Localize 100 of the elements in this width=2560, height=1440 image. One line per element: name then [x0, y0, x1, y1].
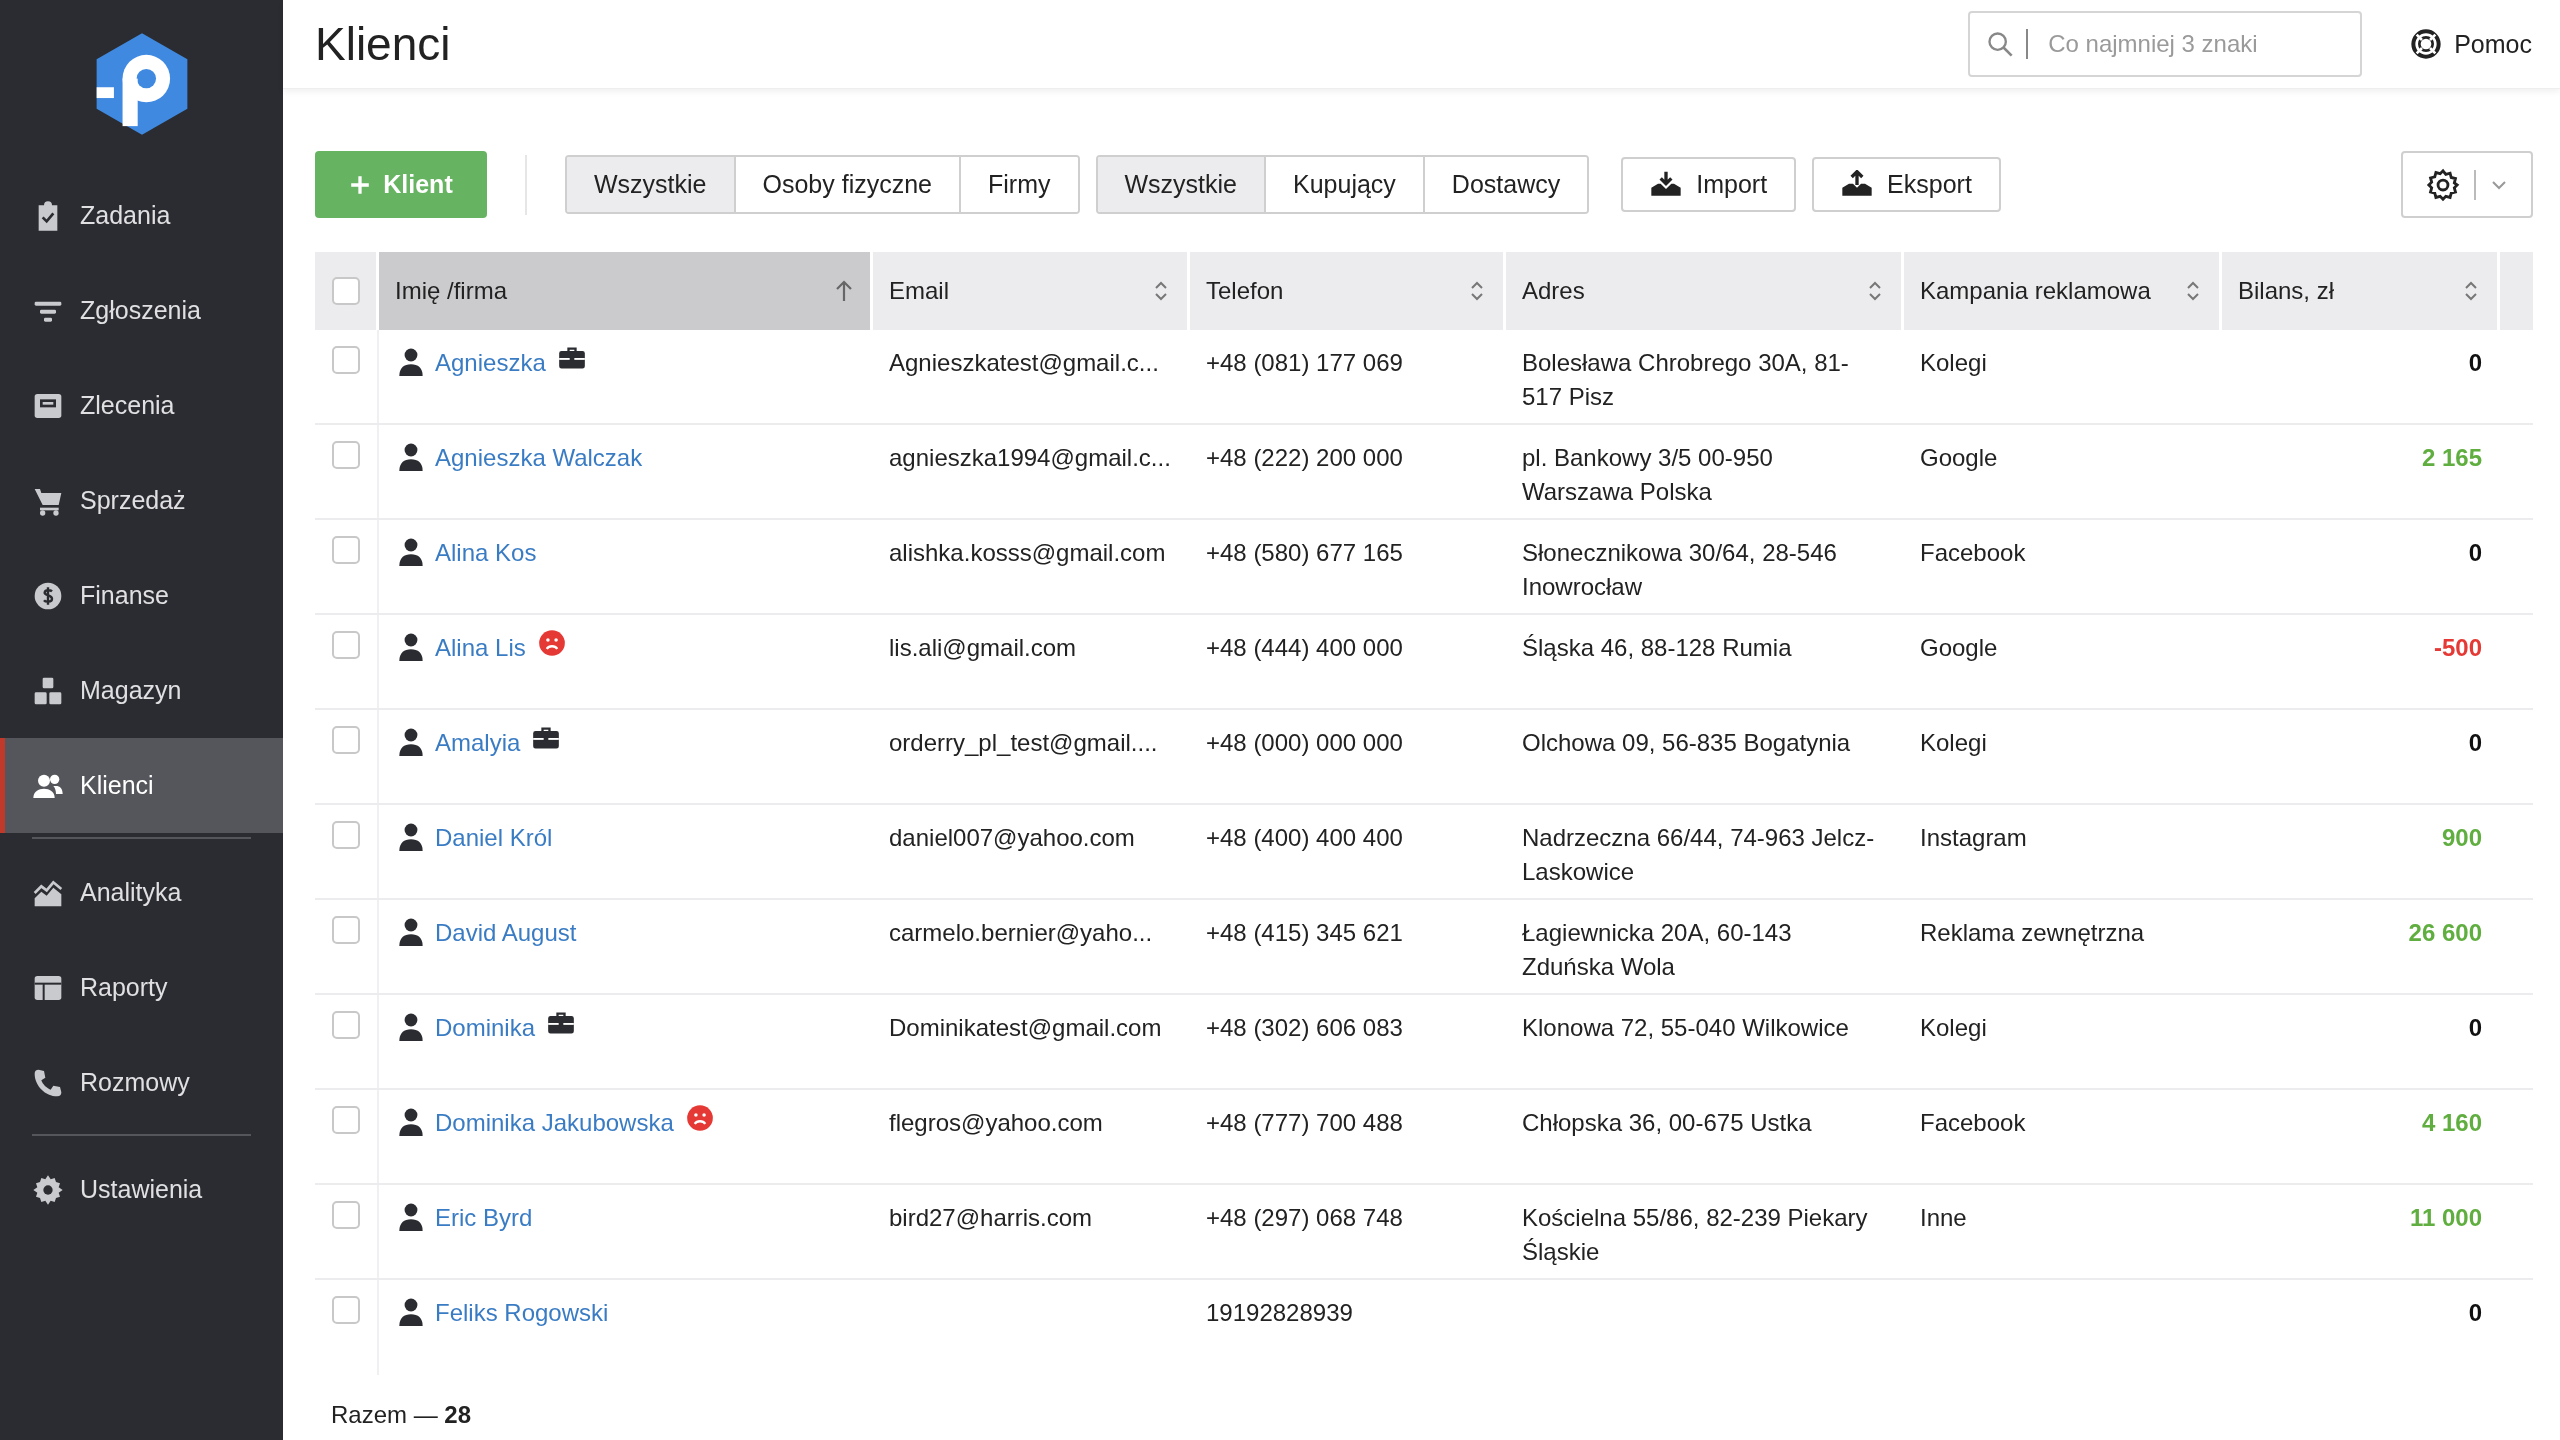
column-header[interactable]: Kampania reklamowa [1904, 252, 2222, 330]
column-header[interactable]: Imię /firma [379, 252, 873, 330]
table-cell-text: +48 (580) 677 165 [1205, 538, 1404, 568]
plus-icon [349, 173, 372, 196]
row-checkbox[interactable] [332, 536, 360, 564]
client-name-link[interactable]: Alina Lis [435, 631, 526, 665]
table-cell-text: +48 (297) 068 748 [1205, 1203, 1404, 1233]
sidebar-item[interactable]: Analityka [0, 845, 283, 940]
person-icon [399, 348, 423, 376]
settings-button[interactable] [2401, 151, 2533, 218]
sidebar-item[interactable]: Finanse [0, 548, 283, 643]
table-cell-text: Facebook [1919, 538, 2027, 568]
table-cell-text: lis.ali@gmail.com [888, 633, 1078, 663]
client-name-link[interactable]: Dominika Jakubowska [435, 1106, 674, 1140]
person-icon [399, 538, 423, 566]
gear-icon [32, 1173, 64, 1206]
table-cell-text: +48 (222) 200 000 [1205, 443, 1404, 473]
table-cell-text: +48 (777) 700 488 [1205, 1108, 1404, 1138]
person-icon [399, 823, 423, 851]
table-cell-text: +48 (000) 000 000 [1205, 728, 1404, 758]
table-cell-text: flegros@yahoo.com [888, 1108, 1104, 1138]
row-checkbox[interactable] [332, 1106, 360, 1134]
sidebar-item[interactable]: Raporty [0, 940, 283, 1035]
table-cell-text: daniel007@yahoo.com [888, 823, 1136, 853]
table-cell-text: Inne [1919, 1203, 1968, 1233]
row-checkbox[interactable] [332, 726, 360, 754]
person-icon [399, 1108, 423, 1136]
column-header[interactable]: Telefon [1190, 252, 1506, 330]
client-name-link[interactable]: Eric Byrd [435, 1201, 533, 1235]
filter-tab[interactable]: Wszystkie [1097, 157, 1264, 212]
sidebar-item[interactable]: Zlecenia [0, 358, 283, 453]
select-all-checkbox[interactable] [331, 277, 360, 305]
row-checkbox[interactable] [332, 916, 360, 944]
sidebar-item[interactable]: Ustawienia [0, 1142, 283, 1237]
table-cell-text: Olchowa 09, 56-835 Bogatynia [1521, 728, 1852, 758]
page-title: Klienci [315, 17, 452, 71]
client-name-link[interactable]: Dominika [435, 1011, 536, 1045]
table-cell-text: Agnieszkatest@gmail.c... [888, 348, 1160, 378]
table-cell-text: Kolegi [1919, 728, 1988, 758]
sidebar-item[interactable]: Rozmowy [0, 1035, 283, 1130]
sidebar-item[interactable]: Klienci [0, 738, 283, 833]
table-cell-text: Instagram [1919, 823, 2028, 853]
total-count: Razem — 28 [330, 1400, 473, 1429]
column-header[interactable]: Bilans, zł [2222, 252, 2500, 330]
filter-tab[interactable]: Dostawcy [1422, 157, 1588, 212]
balance-cell-text: 4 160 [2420, 1108, 2483, 1138]
row-checkbox[interactable] [332, 631, 360, 659]
table-cell-text: orderry_pl_test@gmail.... [888, 728, 1159, 758]
search-field[interactable]: Co najmniej 3 znaki [1968, 11, 2363, 77]
client-name-link[interactable]: Agnieszka Walczak [435, 441, 643, 475]
table-cell-text: +48 (444) 400 000 [1205, 633, 1404, 663]
row-checkbox[interactable] [332, 821, 360, 849]
balance-cell-text: 900 [2440, 823, 2483, 853]
sidebar-item[interactable]: Magazyn [0, 643, 283, 738]
table-cell-text: Klonowa 72, 55-040 Wilkowice [1521, 1013, 1850, 1043]
client-name-link[interactable]: Amalyia [435, 726, 521, 760]
table-cell-text: Reklama zewnętrzna [1919, 918, 2146, 948]
sad-face-icon [537, 629, 566, 657]
import-button[interactable]: Import [1621, 157, 1797, 212]
sort-up-icon[interactable] [834, 279, 854, 303]
balance-cell-text: 0 [2467, 538, 2483, 568]
sidebar-item[interactable]: Zgłoszenia [0, 263, 283, 358]
client-name-link[interactable]: Feliks Rogowski [435, 1296, 609, 1330]
settings-icon [2426, 167, 2460, 202]
balance-cell-text: -500 [2432, 633, 2483, 663]
column-header[interactable]: Email [873, 252, 1190, 330]
client-name-link[interactable]: Agnieszka [435, 346, 546, 380]
row-checkbox[interactable] [332, 346, 360, 374]
table-cell-text: +48 (081) 177 069 [1205, 348, 1404, 378]
person-icon [399, 918, 423, 946]
balance-cell-text: 0 [2467, 1013, 2483, 1043]
filter-tab[interactable]: Firmy [959, 157, 1078, 212]
table-cell-text: +48 (415) 345 621 [1205, 918, 1404, 948]
column-header[interactable]: Adres [1506, 252, 1904, 330]
table-cell-text: Google [1919, 633, 1999, 663]
balance-cell-text: 11 000 [2408, 1203, 2483, 1233]
table-cell-text: alishka.kosss@gmail.com [888, 538, 1167, 568]
sidebar-item[interactable]: Zadania [0, 168, 283, 263]
person-icon [399, 1298, 423, 1326]
filter-tab[interactable]: Wszystkie [567, 157, 734, 212]
table-cell-text: bird27@harris.com [888, 1203, 1094, 1233]
export-button[interactable]: Eksport [1812, 157, 2001, 212]
row-checkbox[interactable] [332, 1201, 360, 1229]
table-cell-text: Słonecznikowa 30/64, 28-546 Inowrocław [1521, 538, 1838, 602]
client-name-link[interactable]: Daniel Król [435, 821, 553, 855]
table-cell-text: Dominikatest@gmail.com [888, 1013, 1163, 1043]
sidebar-item[interactable]: Sprzedaż [0, 453, 283, 548]
person-icon [399, 728, 423, 756]
person-icon [399, 443, 423, 471]
row-checkbox[interactable] [332, 1296, 360, 1324]
client-name-link[interactable]: Alina Kos [435, 536, 537, 570]
row-checkbox[interactable] [332, 1011, 360, 1039]
table-cell-text: pl. Bankowy 3/5 00-950 Warszawa Polska [1521, 443, 1774, 507]
balance-cell-text: 0 [2467, 348, 2483, 378]
sad-face-icon [685, 1104, 714, 1132]
row-checkbox[interactable] [332, 441, 360, 469]
table-cell-text: Kolegi [1919, 348, 1988, 378]
lifebuoy-icon [2410, 28, 2443, 60]
client-name-link[interactable]: David August [435, 916, 577, 950]
help-link[interactable]: Pomoc [2410, 28, 2532, 60]
